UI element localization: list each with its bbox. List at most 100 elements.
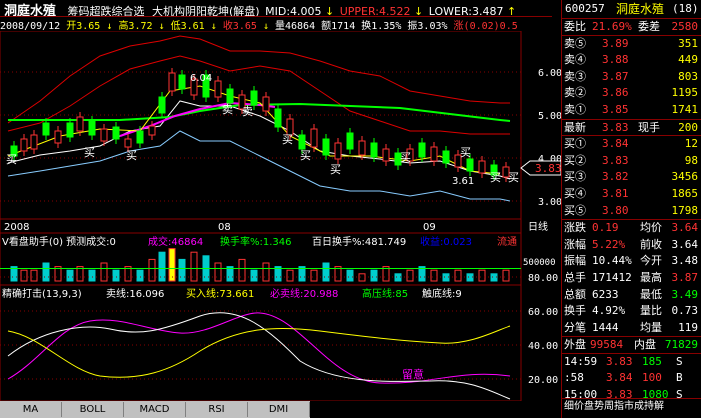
tab-macd[interactable]: MACD [124,402,186,417]
footer-text[interactable]: 细价盘势周指市成持解 [564,399,664,416]
buy-level-volume: 3456 [671,170,699,184]
signal-y-axis: 80.00 60.00 40.00 20.00 [528,273,558,386]
volume-bar [88,269,96,282]
info-amount: 额1714 [321,21,356,31]
sell-level-row[interactable]: 卖① 3.85 1741 [562,102,701,119]
sell-level-row[interactable]: 卖⑤ 3.89 351 [562,36,701,53]
indicator2-name[interactable]: 大机构阴阳乾坤(解盘) [152,3,260,16]
tick-volume: 185 [642,354,662,368]
volume-bar [346,269,354,282]
candlesticks[interactable] [10,68,510,182]
stat-label: 均量 [640,320,662,334]
buy-level-label: 买② [564,153,586,167]
stock-code: 600257 [565,2,605,15]
signal-must-sell: 必卖线:20.988 [270,287,338,300]
sell-level-row[interactable]: 卖③ 3.87 803 [562,69,701,86]
info-volume: 量46864 [275,21,316,31]
candle-body [42,122,50,136]
volume-chengjiao: 成交:46864 [148,235,203,248]
info-low-arrow: ↓ [210,21,217,31]
info-low: 低3.61 [170,21,205,31]
tick-volume: 100 [642,371,662,385]
stat-label: 总额 [564,287,586,301]
buy-level-row[interactable]: 买⑤ 3.80 1798 [562,203,701,220]
tick-direction: B [676,371,683,385]
stat-value: 3.64 [671,221,699,235]
candle-body [382,148,390,162]
tick-price: 3.83 [606,354,633,368]
tab-scroll-area[interactable] [310,401,554,418]
candle-body [30,134,38,150]
waipan-row: 外盘 99584 内盘 71829 [562,336,701,353]
tab-boll[interactable]: BOLL [62,402,124,417]
stat-label: 涨跌 [564,221,586,235]
stat-row: 涨跌 0.19 均价 3.64 [562,220,701,237]
buy-mark: 买 [282,133,293,146]
stat-value: 119 [678,320,698,334]
tab-rsi[interactable]: RSI [186,402,248,417]
buy-mark: 买 [330,163,341,176]
signal-y-label: 80.00 [528,273,558,284]
lower-outer-band [7,130,511,202]
stat-label: 换手 [564,304,586,318]
stat-row: 分笔 1444 均量 119 [562,320,701,337]
buy-level-row[interactable]: 买④ 3.81 1865 [562,186,701,203]
stat-value: 3.48 [671,254,699,268]
tab-dmi[interactable]: DMI [248,402,310,417]
candle-body [168,72,176,92]
sell-level-volume: 449 [678,53,698,67]
info-amplitude: 振3.03% [407,21,448,31]
candle-body [136,130,144,144]
quote-header: 600257 洞庭水殖 (18) [562,0,701,18]
chart-area[interactable]: 买买买买买买 买买 买买卖 卖3.616.04 6.005.004.003.00 3.… [0,31,561,401]
volume-bars [10,248,510,282]
indicator-name[interactable]: 筹码超跌综合选 [68,3,145,16]
sell-level-price: 3.85 [602,102,629,116]
candle-body [358,140,366,156]
stat-value: 0.73 [671,304,699,318]
volume-shouyi: 收益:0.023 [420,235,472,248]
date-axis-frame [0,218,522,234]
stat-row: 振幅 10.44% 今开 3.48 [562,253,701,270]
stat-value: 10.44% [592,254,632,268]
sell-level-row[interactable]: 卖④ 3.88 449 [562,52,701,69]
candle-body [100,128,108,142]
xianshou-label: 现手 [638,120,660,134]
info-change: 涨(0.02)0.5 [453,21,518,31]
candle-body [418,142,426,158]
volume-bar [250,269,258,282]
candle-body [298,134,306,150]
sell-level-label: 卖⑤ [564,36,586,50]
sell-level-price: 3.89 [602,36,629,50]
stat-value: 0.19 [592,221,619,235]
buy-level-row[interactable]: 买① 3.84 12 [562,136,701,153]
candle-body [466,158,474,172]
tick-price: 3.84 [606,371,633,385]
stat-value: 3.87 [671,270,699,284]
stat-label: 总手 [564,270,586,284]
stat-label: 振幅 [564,254,586,268]
date-label-09: 09 [423,222,436,233]
price-y-label: 3.00 [538,197,561,208]
tick-list[interactable]: 14:59 3.83 185 S:58 3.84 100 B 15:00 3.83… [562,352,701,404]
buy-level-row[interactable]: 买② 3.83 98 [562,153,701,170]
signal-note: 留意 [402,367,424,381]
title-bar: 洞庭水殖 筹码超跌综合选 大机构阴阳乾坤(解盘) MID:4.005 ↓ UPP… [0,0,552,17]
candle-body [310,128,318,148]
signal-y-label: 20.00 [528,375,558,386]
buy-level-volume: 1865 [671,186,699,200]
volume-bar [406,269,414,282]
sell-level-row[interactable]: 卖② 3.86 1195 [562,85,701,102]
quote-footer: 细价盘势周指市成持解 [562,398,701,415]
low-price-marker: 3.61 [452,176,474,187]
current-price-value: 3.83 [535,162,561,175]
buy-level-label: 买⑤ [564,203,586,217]
lower-arrow: ↑ [506,5,517,17]
stat-label: 均价 [640,221,662,235]
buy-level-row[interactable]: 买③ 3.82 3456 [562,169,701,186]
candle-body [214,80,222,98]
lower-value: LOWER:3.487 [428,5,504,17]
tab-ma[interactable]: MA [0,402,62,417]
period-label[interactable]: 日线 [528,220,548,233]
stat-value: 6233 [592,287,619,301]
